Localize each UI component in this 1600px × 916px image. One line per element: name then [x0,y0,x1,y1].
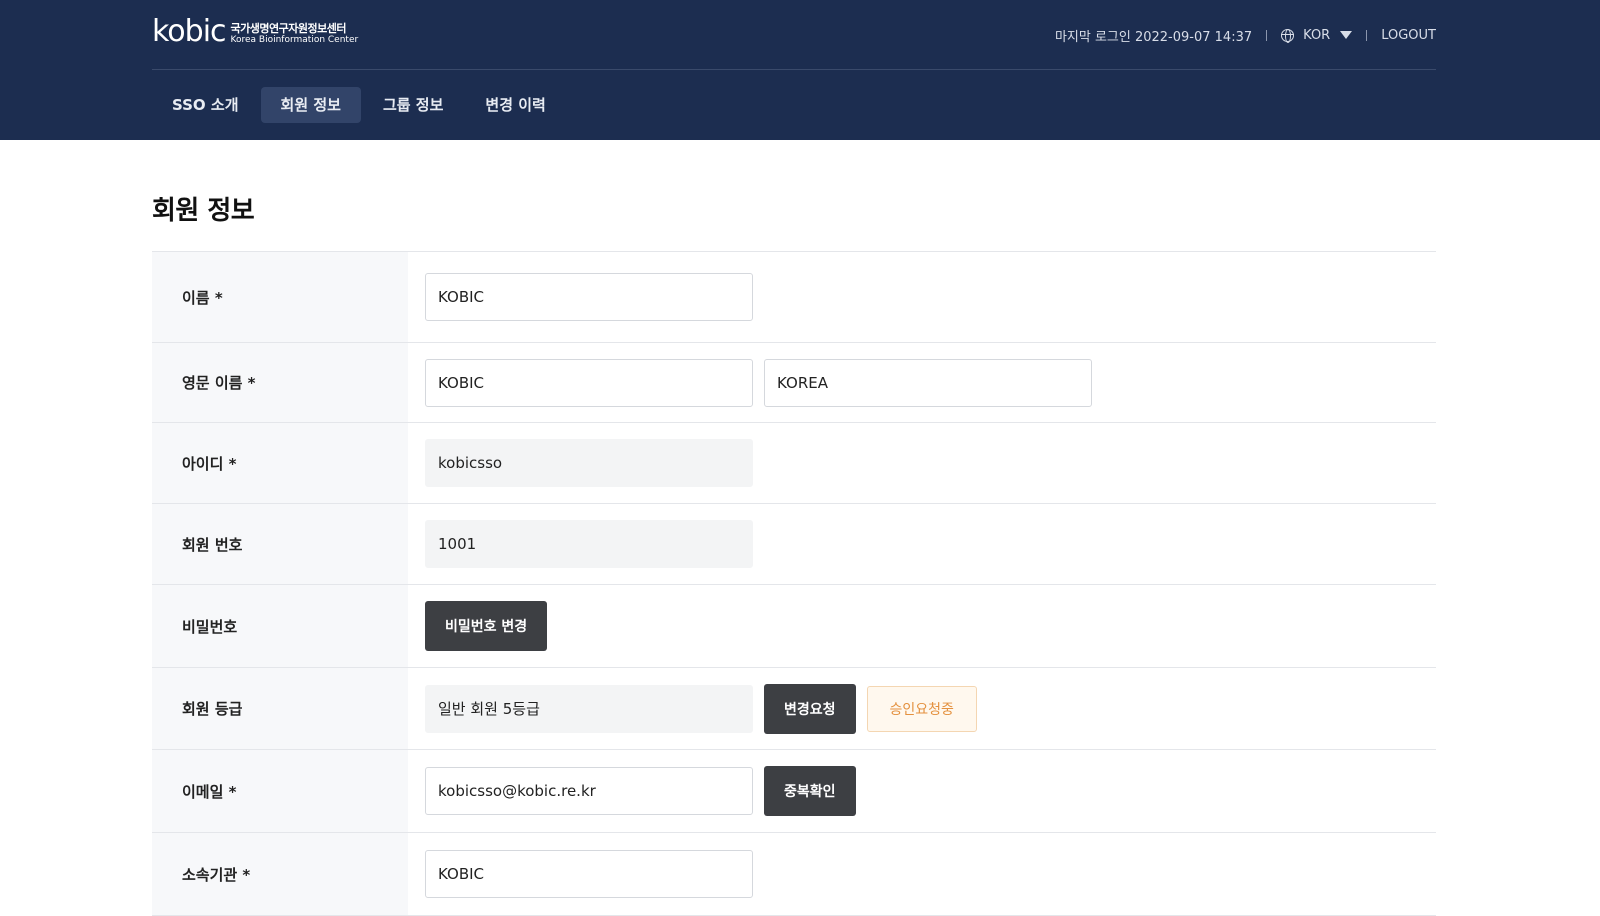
english-last-name-input[interactable] [764,358,1092,407]
last-login: 마지막 로그인 2022-09-07 14:37 [1054,29,1253,45]
caret-down-icon [1340,31,1353,39]
logo-mark: kobic [152,14,227,49]
tab-change-history[interactable]: 변경 이력 [465,87,565,123]
form-row-member-no: 회원 번호 [152,504,1436,585]
email-input[interactable] [425,767,753,815]
logo-name-en: Korea Bioinformation Center [230,35,359,45]
form-row-grade: 회원 등급 변경요청 승인요청중 [152,668,1436,750]
email-label: 이메일 * [152,750,408,832]
member-no-field [425,520,753,568]
language-selector[interactable]: KOR [1281,27,1353,43]
grade-label: 회원 등급 [152,668,408,749]
tab-member-info[interactable]: 회원 정보 [260,87,361,123]
user-id-label: 아이디 * [152,423,408,503]
organization-label: 소속기관 * [152,833,408,915]
form-row-user-id: 아이디 * [152,423,1436,504]
organization-input[interactable] [425,850,753,898]
utility-menu: 마지막 로그인 2022-09-07 14:37 KOR LOGOUT [1055,24,1436,46]
logout-link[interactable]: LOGOUT [1381,28,1436,43]
tab-sso-intro[interactable]: SSO 소개 [152,87,259,123]
member-no-label: 회원 번호 [152,504,408,584]
name-input[interactable] [425,273,753,321]
change-password-button[interactable]: 비밀번호 변경 [425,601,548,651]
english-name-label: 영문 이름 * [152,343,408,422]
kobic-logo[interactable]: kobic 국가생명연구자원정보센터 Korea Bioinformation … [152,16,358,52]
user-id-field [425,439,753,487]
form-row-organization: 소속기관 * [152,833,1436,916]
form-row-email: 이메일 * 중복확인 [152,750,1436,833]
top-bar: kobic 국가생명연구자원정보센터 Korea Bioinformation … [152,0,1436,70]
duplicate-check-button[interactable]: 중복확인 [764,766,856,816]
tab-group-info[interactable]: 그룹 정보 [363,87,463,123]
globe-icon [1281,28,1295,43]
password-label: 비밀번호 [152,585,408,667]
request-change-button[interactable]: 변경요청 [764,683,856,734]
site-header: kobic 국가생명연구자원정보센터 Korea Bioinformation … [0,0,1600,140]
divider [1266,29,1268,41]
language-label: KOR [1303,27,1331,43]
main-nav: SSO 소개 회원 정보 그룹 정보 변경 이력 [152,87,568,123]
grade-field [425,684,753,733]
form-row-name: 이름 * [152,252,1436,343]
logo-name-ko: 국가생명연구자원정보센터 [230,22,347,35]
member-info-form: 이름 * 영문 이름 * 아이디 * 회원 번호 [152,251,1436,916]
pending-approval-badge: 승인요청중 [866,685,977,732]
form-row-english-name: 영문 이름 * [152,343,1436,423]
name-label: 이름 * [152,252,408,342]
form-row-password: 비밀번호 비밀번호 변경 [152,585,1436,668]
page-title: 회원 정보 [152,196,255,226]
english-first-name-input[interactable] [425,358,753,407]
divider [1366,29,1368,41]
